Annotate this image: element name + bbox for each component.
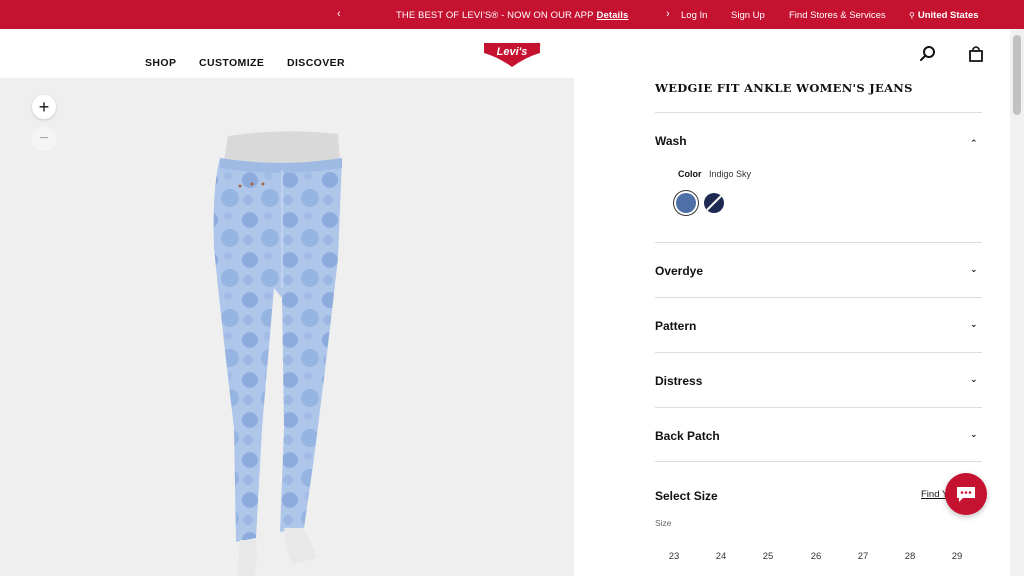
divider <box>655 461 982 462</box>
size-option[interactable]: 24 <box>709 551 733 562</box>
zoom-out-button[interactable]: − <box>32 127 56 151</box>
divider <box>655 297 982 298</box>
promo-message-text: THE BEST OF LEVI'S® - NOW ON OUR APP <box>396 10 594 21</box>
search-icon[interactable] <box>919 45 937 63</box>
section-wash-title[interactable]: Wash <box>655 134 687 148</box>
chat-bubble-icon <box>957 487 975 502</box>
color-value: Indigo Sky <box>709 169 752 179</box>
section-back-patch-title[interactable]: Back Patch <box>655 429 720 443</box>
section-pattern-title[interactable]: Pattern <box>655 319 696 333</box>
levis-logo[interactable]: Levi's <box>482 41 542 69</box>
section-overdye-title[interactable]: Overdye <box>655 264 703 278</box>
find-stores-link[interactable]: Find Stores & Services <box>789 10 886 21</box>
nav-discover[interactable]: DISCOVER <box>287 57 345 69</box>
country-label: United States <box>917 10 979 21</box>
promo-prev-arrow[interactable]: ‹ <box>337 8 341 20</box>
select-size-title: Select Size <box>655 489 718 503</box>
divider <box>655 407 982 408</box>
divider <box>655 352 982 353</box>
country-selector[interactable]: ⚲ United States <box>909 10 979 21</box>
promo-message: THE BEST OF LEVI'S® - NOW ON OUR APP Deta… <box>396 10 628 21</box>
scrollbar-thumb[interactable] <box>1013 35 1021 115</box>
size-option[interactable]: 29 <box>945 551 969 562</box>
promo-bar: ‹ THE BEST OF LEVI'S® - NOW ON OUR APP De… <box>0 0 1024 29</box>
zoom-in-button[interactable]: + <box>32 95 56 119</box>
swatch-indigo-sky[interactable] <box>676 193 696 213</box>
size-option[interactable]: 28 <box>898 551 922 562</box>
chevron-down-icon[interactable]: ⌄ <box>970 429 978 440</box>
size-label: Size <box>655 518 672 528</box>
size-option[interactable]: 23 <box>662 551 686 562</box>
product-3d-viewer[interactable]: + − <box>0 78 574 576</box>
chevron-down-icon[interactable]: ⌄ <box>970 319 978 330</box>
size-option[interactable]: 25 <box>756 551 780 562</box>
chevron-down-icon[interactable]: ⌄ <box>970 264 978 275</box>
jeans-3d-model[interactable] <box>200 128 360 576</box>
divider <box>655 242 982 243</box>
size-option[interactable]: 27 <box>851 551 875 562</box>
shopping-bag-icon[interactable] <box>967 45 985 63</box>
section-distress-title[interactable]: Distress <box>655 374 702 388</box>
nav-shop[interactable]: SHOP <box>145 57 176 69</box>
color-label: Color <box>678 169 702 179</box>
page-scrollbar[interactable] <box>1010 29 1024 576</box>
chevron-up-icon[interactable]: ⌃ <box>970 138 978 149</box>
location-pin-icon: ⚲ <box>909 11 915 20</box>
promo-details-link[interactable]: Details <box>597 10 629 21</box>
size-option[interactable]: 26 <box>804 551 828 562</box>
login-link[interactable]: Log In <box>681 10 707 21</box>
nav-customize[interactable]: CUSTOMIZE <box>199 57 264 69</box>
swatch-dark-indigo[interactable] <box>704 193 724 213</box>
promo-next-arrow[interactable]: › <box>666 8 670 20</box>
divider <box>655 112 982 113</box>
chat-button[interactable] <box>945 473 987 515</box>
product-title: WEDGIE FIT ANKLE WOMEN'S JEANS <box>655 81 913 95</box>
chevron-down-icon[interactable]: ⌄ <box>970 374 978 385</box>
signup-link[interactable]: Sign Up <box>731 10 765 21</box>
site-header: SHOP CUSTOMIZE DISCOVER Levi's <box>0 29 1024 78</box>
product-config-panel: WEDGIE FIT ANKLE WOMEN'S JEANS Wash ⌃ Co… <box>574 78 1010 576</box>
logo-text: Levi's <box>497 46 528 58</box>
